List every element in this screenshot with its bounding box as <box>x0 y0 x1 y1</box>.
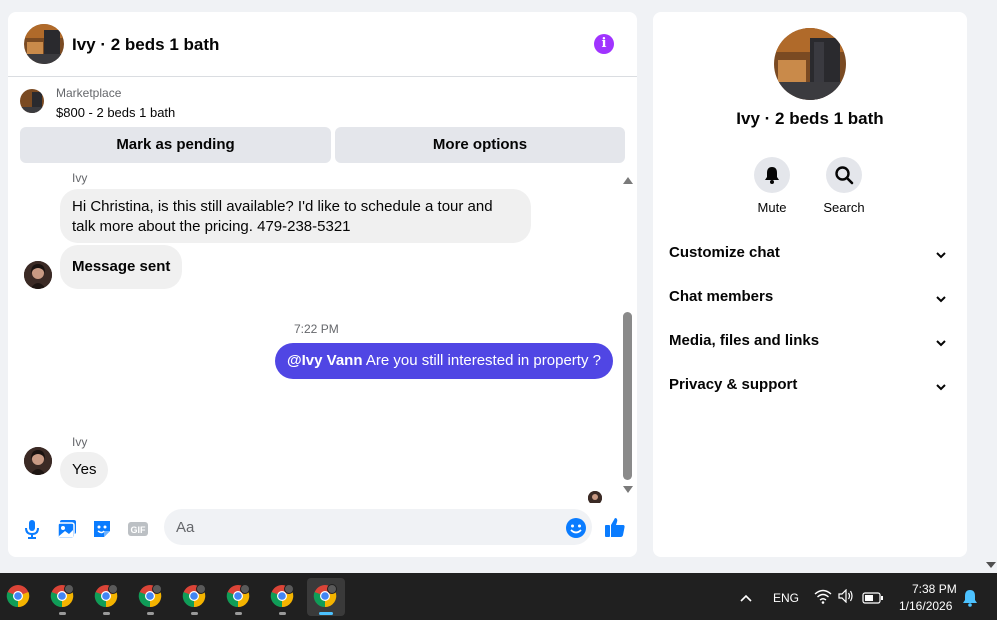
taskbar-chrome-profile[interactable] <box>220 578 258 616</box>
read-receipt-avatar <box>588 491 602 503</box>
language-indicator[interactable]: ENG <box>773 591 799 605</box>
taskbar-chrome-profile[interactable] <box>264 578 302 616</box>
section-privacy-support[interactable]: Privacy & support <box>669 376 951 400</box>
chrome-icon <box>6 585 30 608</box>
outgoing-message[interactable]: @Ivy Vann Are you still interested in pr… <box>275 343 613 379</box>
conversation-avatar[interactable] <box>24 24 64 64</box>
outgoing-message-text: Are you still interested in property ? <box>362 352 601 369</box>
bell-icon <box>754 157 790 193</box>
mute-label: Mute <box>757 200 787 215</box>
sender-avatar[interactable] <box>24 447 52 475</box>
clock-date[interactable]: 1/16/2026 <box>899 599 952 613</box>
running-indicator <box>103 612 110 615</box>
clock-time[interactable]: 7:38 PM <box>912 582 957 596</box>
listing-detail[interactable]: $800 - 2 beds 1 bath <box>56 105 175 120</box>
chrome-icon <box>182 584 206 608</box>
mention[interactable]: @Ivy Vann <box>287 352 363 369</box>
chat-panel: Ivy · 2 beds 1 bath i Marketplace $800 -… <box>8 12 637 557</box>
section-label: Media, files and links <box>669 332 820 349</box>
incoming-message[interactable]: Hi Christina, is this still available? I… <box>60 189 531 243</box>
scrollbar-thumb[interactable] <box>623 312 632 480</box>
sender-name: Ivy <box>72 173 88 185</box>
gif-icon[interactable]: GIF <box>126 517 150 541</box>
running-indicator <box>147 612 154 615</box>
chrome-icon <box>313 584 337 608</box>
taskbar-chrome-profile[interactable] <box>176 578 214 616</box>
more-options-button[interactable]: More options <box>335 127 625 163</box>
svg-text:GIF: GIF <box>131 525 147 535</box>
section-media-files-links[interactable]: Media, files and links <box>669 332 951 356</box>
microphone-icon[interactable] <box>20 517 44 541</box>
thumbs-up-icon[interactable] <box>603 515 627 539</box>
incoming-message[interactable]: Message sent <box>60 245 183 289</box>
section-label: Customize chat <box>669 244 780 261</box>
chrome-icon <box>94 584 118 608</box>
search-icon <box>826 157 862 193</box>
chevron-down-icon <box>935 380 947 397</box>
search-button[interactable]: Search <box>809 157 879 215</box>
chevron-down-icon <box>935 248 947 265</box>
section-label: Chat members <box>669 288 774 305</box>
sender-avatar[interactable] <box>24 261 52 289</box>
active-indicator <box>319 612 333 615</box>
message-composer: GIF <box>8 505 637 557</box>
incoming-message[interactable]: Yes <box>60 452 109 488</box>
section-customize-chat[interactable]: Customize chat <box>669 244 951 268</box>
scroll-down-arrow[interactable] <box>623 486 633 493</box>
taskbar-chrome-profile[interactable] <box>88 578 126 616</box>
chrome-icon <box>50 584 74 608</box>
conversation-info-panel: Ivy · 2 beds 1 bath Mute Search Customiz… <box>653 12 967 557</box>
chevron-down-icon <box>935 292 947 309</box>
taskbar-chrome[interactable] <box>0 578 38 616</box>
taskbar-chrome-profile[interactable] <box>132 578 170 616</box>
mark-as-pending-button[interactable]: Mark as pending <box>20 127 331 163</box>
profile-name: Ivy · 2 beds 1 bath <box>736 109 884 128</box>
running-indicator <box>279 612 286 615</box>
volume-icon[interactable] <box>838 588 854 608</box>
chrome-icon <box>138 584 162 608</box>
running-indicator <box>235 612 242 615</box>
emoji-icon[interactable] <box>564 516 588 540</box>
message-list: Ivy Hi Christina, is this still availabl… <box>8 173 637 503</box>
chrome-icon <box>270 584 294 608</box>
conversation-title[interactable]: Ivy · 2 beds 1 bath <box>72 35 219 55</box>
listing-label: Marketplace <box>56 86 122 100</box>
chevron-up-icon[interactable] <box>739 590 753 608</box>
search-label: Search <box>823 200 865 215</box>
chat-header: Ivy · 2 beds 1 bath i <box>8 12 637 77</box>
listing-thumbnail[interactable] <box>20 89 44 113</box>
info-icon[interactable]: i <box>594 34 614 54</box>
chrome-icon <box>226 584 250 608</box>
running-indicator <box>59 612 66 615</box>
sticker-icon[interactable] <box>90 517 114 541</box>
wifi-icon[interactable] <box>814 588 832 609</box>
sender-name: Ivy <box>72 435 88 449</box>
running-indicator <box>191 612 198 615</box>
section-label: Privacy & support <box>669 376 798 393</box>
page-scroll-down-arrow[interactable] <box>986 562 996 568</box>
photo-icon[interactable] <box>55 517 79 541</box>
scroll-up-arrow[interactable] <box>623 177 633 184</box>
taskbar-chrome-profile[interactable] <box>44 578 82 616</box>
message-timestamp: 7:22 PM <box>294 322 339 336</box>
chevron-down-icon <box>935 336 947 353</box>
mute-button[interactable]: Mute <box>737 157 807 215</box>
taskbar-chrome-active[interactable] <box>307 578 345 616</box>
section-chat-members[interactable]: Chat members <box>669 288 951 312</box>
marketplace-listing: Marketplace $800 - 2 beds 1 bath Mark as… <box>8 77 637 173</box>
battery-icon[interactable] <box>862 591 884 609</box>
notification-bell-icon[interactable] <box>962 589 978 612</box>
profile-avatar[interactable] <box>774 28 846 100</box>
message-input[interactable] <box>164 509 592 545</box>
taskbar: ENG 7:38 PM 1/16/2026 <box>0 573 997 620</box>
